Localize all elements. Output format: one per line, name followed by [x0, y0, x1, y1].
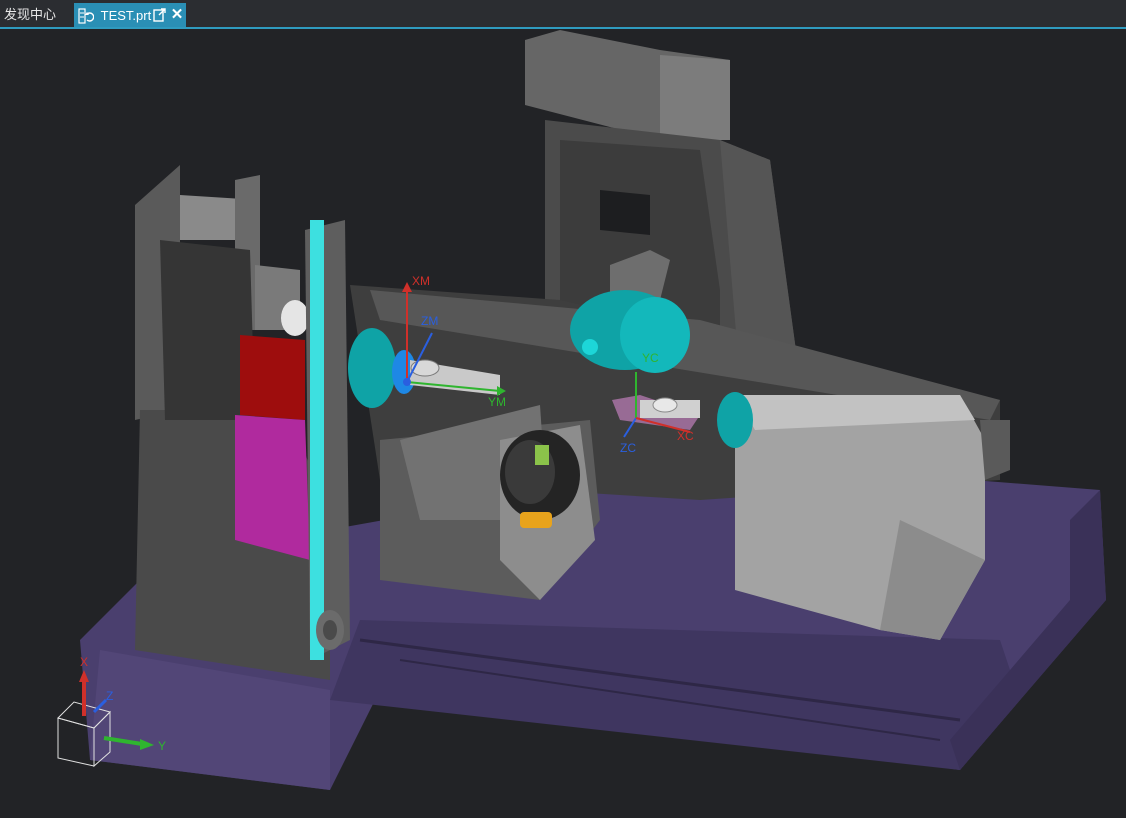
axis-label-xm: XM — [412, 274, 430, 288]
triad-label-x: X — [80, 655, 88, 669]
machine-model-scene: XM ZM YM YC ZC XC X Z Y — [57, 30, 1106, 790]
axis-label-ym: YM — [488, 395, 506, 409]
chain-conveyor — [305, 220, 350, 660]
tab-discovery-center[interactable]: 发现中心 — [0, 3, 72, 27]
close-icon[interactable]: ✕ — [170, 3, 184, 27]
undock-icon[interactable] — [153, 7, 167, 23]
tab-test-prt[interactable]: TEST.prt ✕ — [74, 3, 186, 27]
tab-label: TEST.prt — [100, 7, 152, 23]
graphics-viewport[interactable]: XM ZM YM YC ZC XC X Z Y — [0, 29, 1126, 818]
axis-label-xc: XC — [677, 429, 694, 443]
tab-label: 发现中心 — [4, 7, 57, 22]
triad-label-y: Y — [158, 739, 166, 753]
axis-label-zc: ZC — [620, 441, 636, 455]
part-modified-icon — [78, 7, 94, 24]
axis-label-yc: YC — [642, 351, 659, 365]
triad-label-z: Z — [106, 689, 113, 703]
document-tab-bar: 发现中心 TEST.prt ✕ — [0, 0, 1126, 29]
loader-column — [135, 165, 330, 680]
axis-label-zm: ZM — [421, 314, 438, 328]
